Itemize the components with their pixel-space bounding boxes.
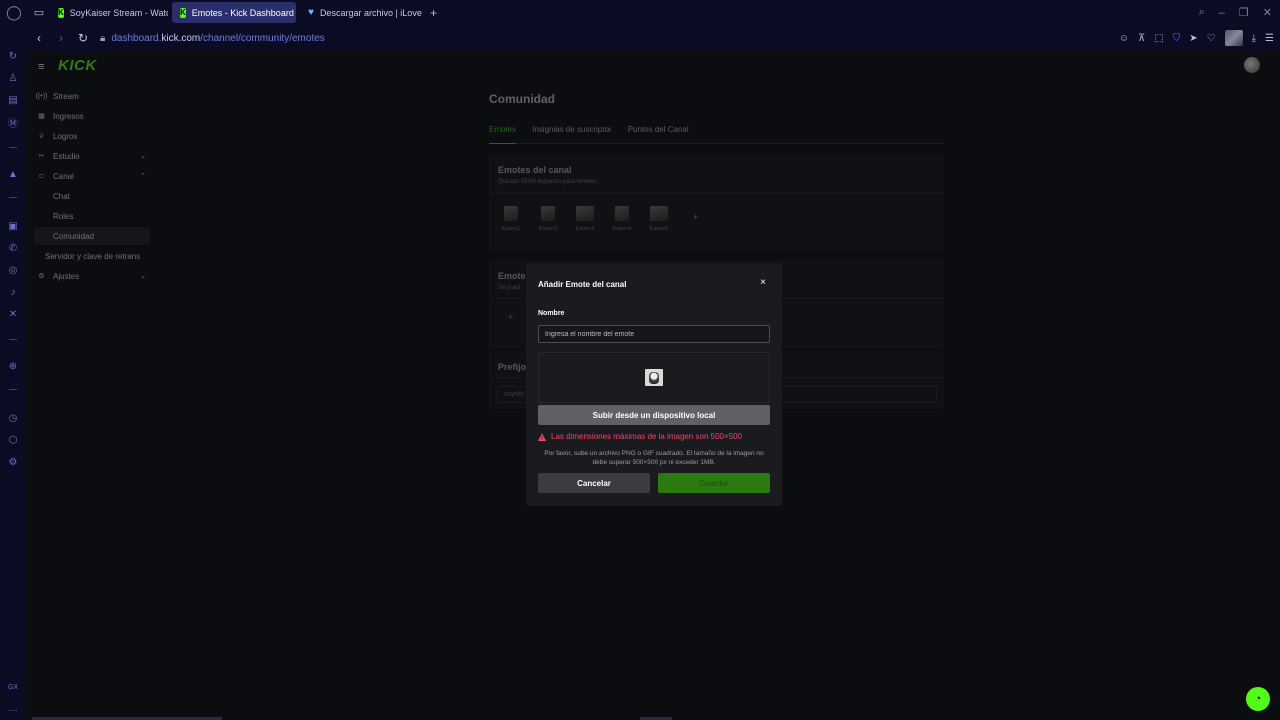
browser-tab-active[interactable]: K Emotes - Kick Dashboard — [172, 2, 296, 23]
modal-title: Añadir Emote del canal — [538, 280, 627, 289]
browser-tab-bar: ◯ ▭ K SoyKaiser Stream - Watch K Emotes … — [0, 0, 1280, 25]
sidebar-divider — [9, 147, 17, 148]
heart-icon[interactable]: ♡ — [1207, 33, 1216, 44]
window-controls: ⌕ – ❐ ✕ — [1199, 0, 1272, 25]
tab-title: SoyKaiser Stream - Watch — [69, 7, 168, 18]
pin-icon[interactable]: ⊼ — [1138, 33, 1145, 44]
kick-icon: K — [58, 7, 64, 18]
history-icon[interactable]: ◷ — [6, 411, 20, 425]
add-sidebar-icon[interactable]: ⊕ — [6, 359, 20, 373]
search-icon[interactable]: ⌕ — [1199, 6, 1205, 19]
easy-setup-icon[interactable]: ☰ — [1265, 33, 1274, 44]
extensions-icon[interactable]: ⬡ — [6, 433, 20, 447]
address-bar: ‹ › ↻ 🔒︎ dashboard.kick.com/channel/comm… — [26, 25, 1280, 51]
extension-avatar-icon[interactable] — [1224, 30, 1243, 46]
emoji-icon[interactable]: ☺ — [1119, 33, 1129, 44]
image-dropzone[interactable] — [538, 352, 770, 403]
more-icon[interactable]: … — [6, 701, 20, 715]
address-bar-actions: ☺ ⊼ ⬚ ⛉ ➤ ♡ ⤓ ☰ — [1119, 25, 1274, 51]
close-window-icon[interactable]: ✕ — [1263, 6, 1272, 19]
tab-title: Descargar archivo | iLove — [319, 7, 422, 18]
warning-icon — [538, 432, 546, 441]
browser-tab[interactable]: K SoyKaiser Stream - Watch — [50, 2, 168, 23]
reload-icon[interactable]: ↻ — [74, 29, 92, 47]
cancel-button[interactable]: Cancelar — [538, 473, 650, 493]
emote-preview-image — [645, 369, 663, 386]
support-chat-icon[interactable]: ◔ — [1246, 687, 1270, 711]
snapshot-icon[interactable]: ⬚ — [1154, 33, 1163, 44]
ilovepdf-icon: ♥ — [308, 7, 314, 18]
tab-menu-icon[interactable]: ▭ — [28, 0, 50, 25]
instagram-icon[interactable]: ◎ — [6, 263, 20, 277]
error-text: Las dimensiones máximas de la imagen son… — [551, 432, 743, 441]
emote-name-input[interactable] — [538, 325, 770, 343]
save-button[interactable]: Guardar — [658, 473, 770, 493]
sidebar-divider — [9, 197, 17, 198]
tab-title: Emotes - Kick Dashboard — [191, 7, 294, 18]
close-icon[interactable]: × — [760, 277, 766, 288]
new-tab-plus-icon[interactable]: + — [430, 6, 437, 20]
name-label: Nombre — [538, 310, 565, 317]
forward-icon[interactable]: › — [52, 29, 70, 47]
url-field[interactable]: dashboard.kick.com/channel/community/emo… — [111, 33, 324, 44]
sidebar-divider — [9, 389, 17, 390]
aria-icon[interactable]: ▲ — [6, 167, 20, 181]
news-icon[interactable]: ▤ — [6, 93, 20, 107]
browser-tab[interactable]: ♥ Descargar archivo | iLove — [300, 2, 422, 23]
opera-gx-logo-icon[interactable]: ◯ — [0, 0, 28, 25]
help-text: Por favor, sube un archivo PNG o GIF cua… — [544, 450, 764, 466]
bookmarks-icon[interactable]: ♙ — [6, 71, 20, 85]
speed-dial-icon[interactable]: ↻ — [6, 49, 20, 63]
gx-label[interactable]: GX — [6, 680, 20, 694]
lock-icon: 🔒︎ — [100, 32, 106, 44]
kick-icon: K — [180, 7, 186, 18]
upload-local-button[interactable]: Subir desde un dispositivo local — [538, 405, 770, 425]
back-icon[interactable]: ‹ — [30, 29, 48, 47]
opera-sidebar: ↻ ♙ ▤ Ⓜ ▲ ▣ ✆ ◎ ♪ ✕ ⊕ ◷ ⬡ ⚙ GX … — [0, 25, 26, 720]
send-icon[interactable]: ➤ — [1189, 33, 1197, 44]
minimize-icon[interactable]: – — [1219, 7, 1225, 19]
dashboard-page: ≡ KICK ((•)) Stream ▦ Ingresos ♕ Logros … — [26, 51, 1280, 720]
error-message: Las dimensiones máximas de la imagen son… — [538, 432, 742, 441]
twitch-icon[interactable]: ▣ — [6, 219, 20, 233]
sidebar-divider — [9, 339, 17, 340]
restore-icon[interactable]: ❐ — [1239, 6, 1249, 19]
shield-icon[interactable]: ⛉ — [1173, 33, 1181, 44]
x-icon[interactable]: ✕ — [6, 307, 20, 321]
settings-icon[interactable]: ⚙ — [6, 455, 20, 469]
download-icon[interactable]: ⤓ — [1252, 33, 1256, 44]
mail-icon[interactable]: Ⓜ — [6, 115, 20, 130]
whatsapp-icon[interactable]: ✆ — [6, 241, 20, 255]
tiktok-icon[interactable]: ♪ — [6, 285, 20, 299]
add-emote-modal: Añadir Emote del canal × Nombre Subir de… — [526, 263, 782, 506]
